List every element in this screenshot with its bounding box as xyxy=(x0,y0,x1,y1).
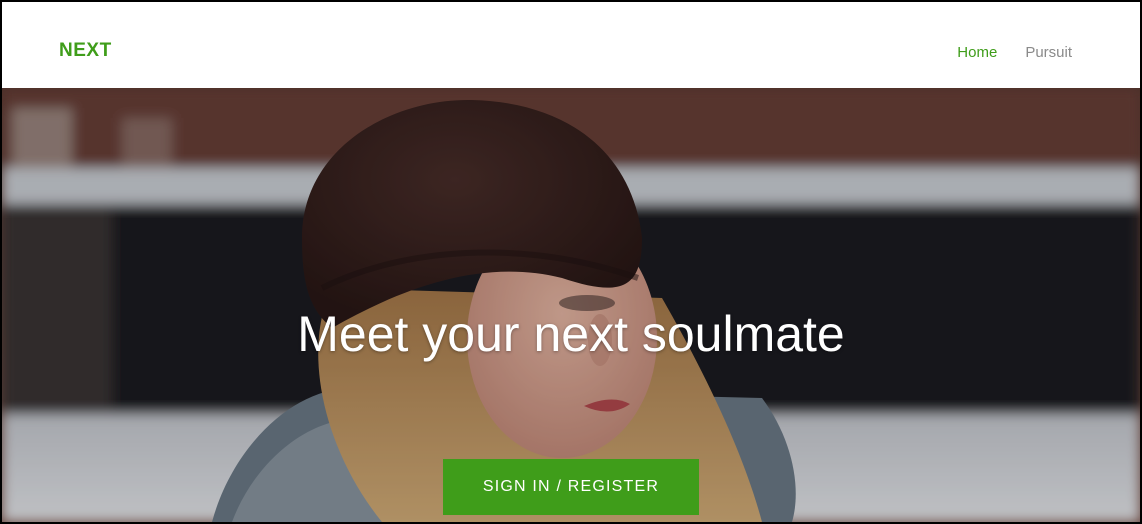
nav-link-pursuit[interactable]: Pursuit xyxy=(1025,44,1072,61)
top-navbar: NEXT Home Pursuit xyxy=(2,2,1140,88)
hero-section: Meet your next soulmate SIGN IN / REGIST… xyxy=(2,88,1140,522)
sign-in-register-button[interactable]: SIGN IN / REGISTER xyxy=(443,459,699,515)
hero-title: Meet your next soulmate xyxy=(297,306,845,362)
brand-logo[interactable]: NEXT xyxy=(59,40,112,62)
page-frame: NEXT Home Pursuit Meet your next soulmat… xyxy=(0,0,1142,524)
nav-links: Home Pursuit xyxy=(957,44,1072,61)
nav-link-home[interactable]: Home xyxy=(957,44,997,61)
